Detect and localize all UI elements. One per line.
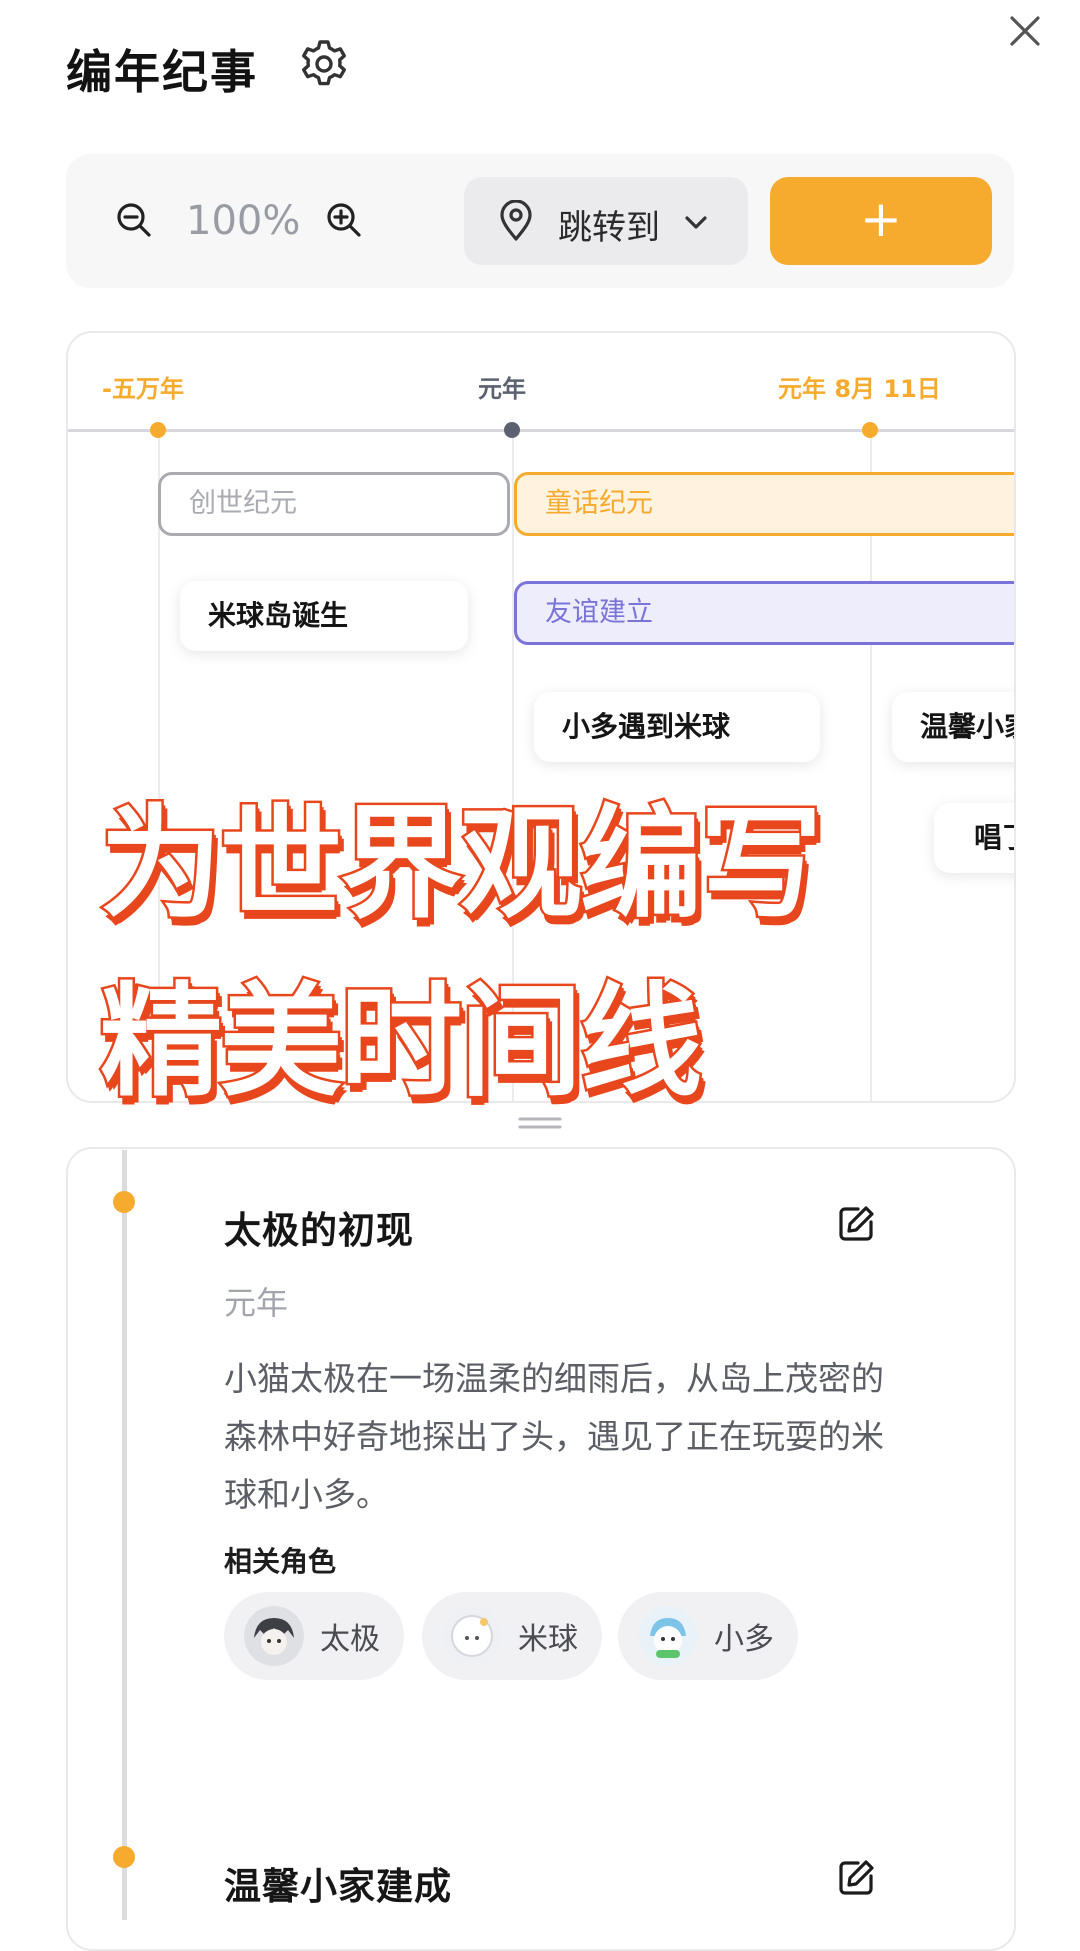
tick-dot <box>862 422 878 438</box>
gear-icon[interactable] <box>298 38 350 90</box>
era-bar[interactable]: 创世纪元 <box>158 472 510 536</box>
related-roles-label: 相关角色 <box>224 1545 337 1578</box>
tick-dot <box>150 422 166 438</box>
event-date: 元年 <box>224 1284 289 1322</box>
event-description: 小猫太极在一场温柔的细雨后，从岛上茂密的森林中好奇地探出了头，遇见了正在玩耍的米… <box>224 1359 884 1514</box>
jump-to-label: 跳转到 <box>558 208 660 248</box>
role-chip[interactable]: 太极 <box>224 1592 404 1680</box>
close-icon[interactable] <box>1008 14 1042 48</box>
event-title: 温馨小家建成 <box>224 1865 452 1908</box>
timeline-event[interactable]: 温馨小家 <box>892 692 1014 762</box>
page-title: 编年纪事 <box>66 45 258 99</box>
tick-label: -五万年 <box>102 375 184 403</box>
timeline-event[interactable]: 唱了 <box>934 803 1014 873</box>
avatar <box>244 1606 304 1666</box>
location-pin-icon <box>500 200 532 241</box>
tick-dot <box>504 422 520 438</box>
event-dot <box>113 1191 135 1213</box>
edit-icon[interactable] <box>836 1204 876 1244</box>
role-name: 太极 <box>320 1622 380 1657</box>
role-chip[interactable]: 米球 <box>422 1592 602 1680</box>
zoom-out-icon[interactable] <box>116 202 152 238</box>
drag-handle[interactable] <box>518 1116 562 1130</box>
overlay-headline: 精美时间线 <box>98 969 705 1116</box>
role-name: 米球 <box>518 1622 578 1657</box>
avatar <box>442 1606 502 1666</box>
timeline-event[interactable]: 米球岛诞生 <box>180 581 468 651</box>
role-chip[interactable]: 小多 <box>618 1592 798 1680</box>
timeline-event[interactable]: 小多遇到米球 <box>534 692 820 762</box>
event-dot <box>113 1846 135 1868</box>
tick-label: 元年 <box>478 375 526 403</box>
avatar <box>638 1606 698 1666</box>
event-detail-panel <box>66 1147 1016 1951</box>
zoom-in-icon[interactable] <box>326 202 362 238</box>
chevron-down-icon <box>685 216 707 229</box>
zoom-level: 100% <box>186 198 301 244</box>
tick-label: 元年 8月 11日 <box>778 375 941 403</box>
role-name: 小多 <box>714 1622 774 1657</box>
era-bar[interactable]: 童话纪元 <box>514 472 1014 536</box>
overlay-headline: 为世界观编写 <box>98 791 825 938</box>
event-title: 太极的初现 <box>224 1209 414 1252</box>
add-button[interactable]: + <box>770 177 992 265</box>
detail-rail <box>122 1150 127 1920</box>
edit-icon[interactable] <box>836 1858 876 1898</box>
era-bar[interactable]: 友谊建立 <box>514 581 1014 645</box>
